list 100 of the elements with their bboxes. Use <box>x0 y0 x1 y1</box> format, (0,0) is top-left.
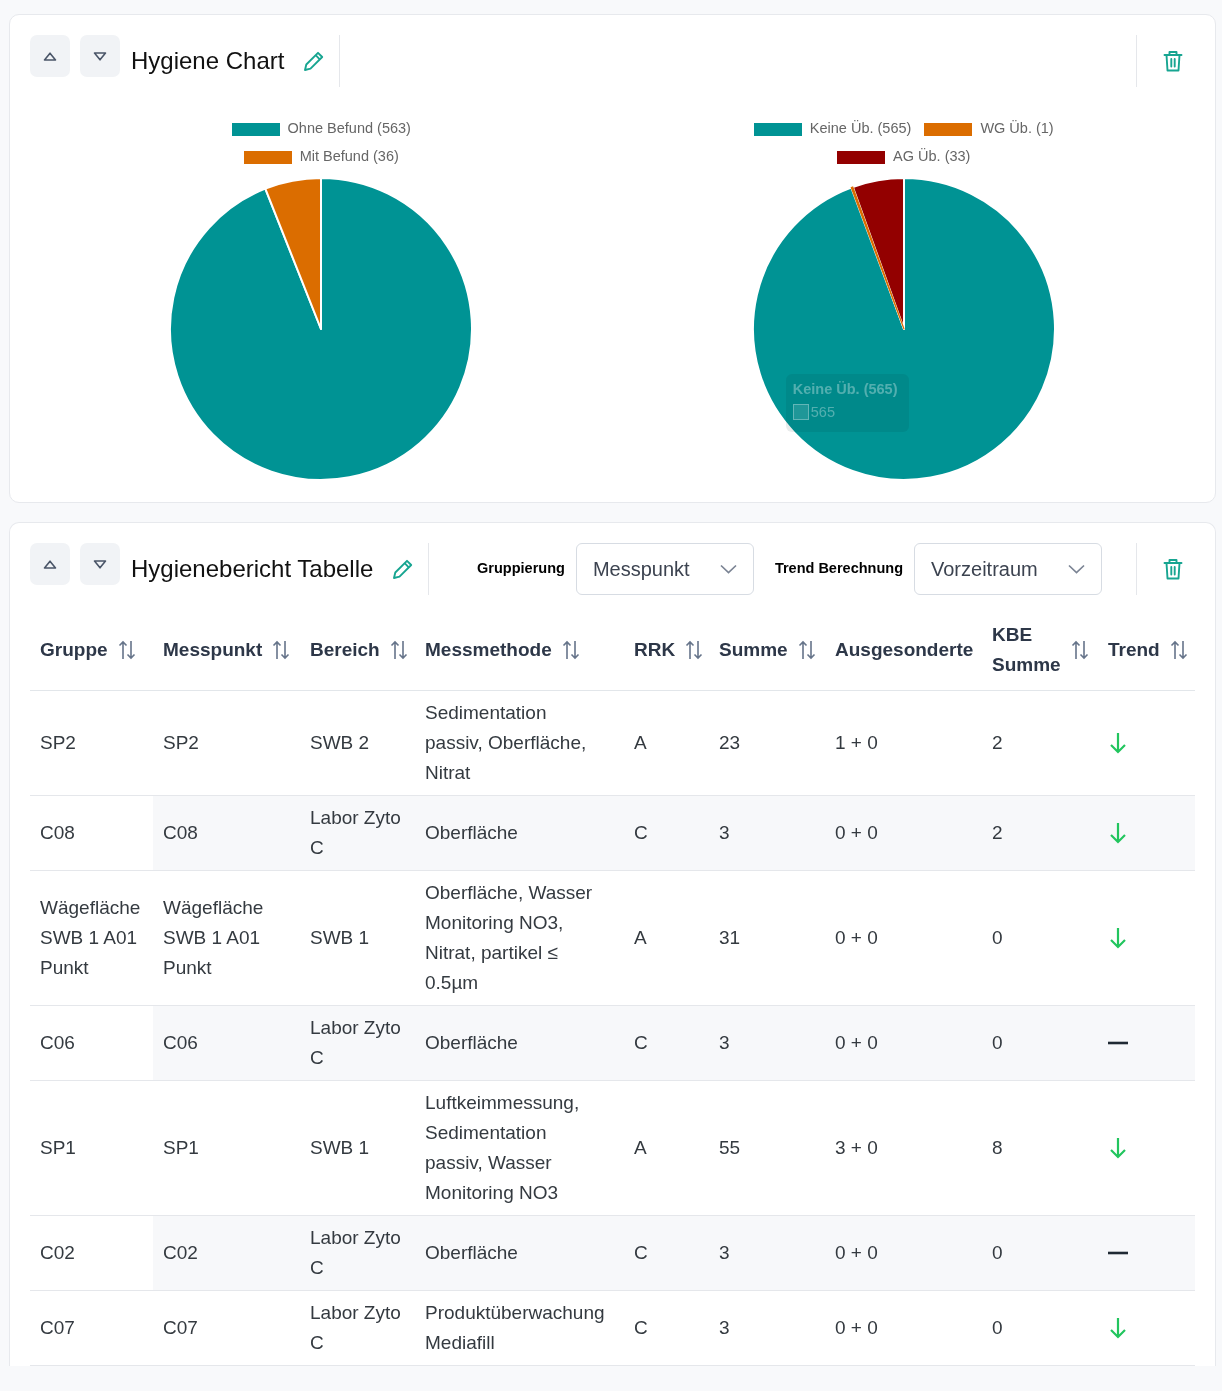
table-cell: SP1 <box>30 1080 153 1215</box>
trash-icon <box>1162 50 1183 72</box>
column-header[interactable]: Trend <box>1108 634 1160 665</box>
table-cell: Luftkeimmessung, Sedimentation passiv, Wasser Monitoring NO3 <box>415 1080 624 1215</box>
column-header[interactable]: Messpunkt <box>163 634 263 665</box>
table-cell: 3 <box>709 1215 825 1290</box>
table-cell: Oberfläche <box>415 1005 624 1080</box>
table-cell: 1 + 0 <box>825 690 982 795</box>
table-cell: Oberfläche <box>415 1215 624 1290</box>
table-cell: Labor Zyto C <box>300 795 415 870</box>
sort-icon[interactable] <box>389 639 408 660</box>
triangle-down-icon <box>93 51 107 61</box>
table-cell: C <box>624 1215 709 1290</box>
panel-title: Hygienebericht Tabelle <box>131 554 374 584</box>
move-up-button[interactable] <box>30 543 70 585</box>
dropdown-select[interactable]: Messpunkt <box>575 543 754 595</box>
tooltip-value: 565 <box>810 403 835 421</box>
swatch-icon <box>792 404 809 420</box>
column-header[interactable]: KBE Summe <box>992 619 1061 680</box>
dash-icon <box>1108 1250 1128 1255</box>
table-cell: Oberfläche <box>415 795 624 870</box>
table-cell: 3 <box>709 1290 825 1365</box>
table-cell: Sedimentation passiv, Oberfläche, Nitrat <box>415 690 624 795</box>
table-cell: 0 + 0 <box>825 870 982 1005</box>
table-cell: 0 <box>982 1005 1098 1080</box>
column-header[interactable]: Bereich <box>310 634 380 665</box>
sort-icon[interactable] <box>117 639 136 660</box>
tooltip-title: Keine Üb. (565) <box>792 380 899 398</box>
sort-icon[interactable] <box>1070 639 1089 660</box>
table-cell: 3 <box>709 1005 825 1080</box>
table-cell: C06 <box>153 1005 300 1080</box>
triangle-up-icon <box>43 559 57 569</box>
table-cell: 55 <box>709 1080 825 1215</box>
table-cell: Labor Zyto C <box>300 1005 415 1080</box>
arrow-down-icon <box>1108 821 1128 844</box>
table-cell: 0 <box>982 870 1098 1005</box>
move-down-button[interactable] <box>80 543 120 585</box>
table-cell: C02 <box>153 1215 300 1290</box>
dash-icon <box>1108 1040 1128 1045</box>
table-cell: SP2 <box>30 690 153 795</box>
panel-title: Hygiene Chart <box>131 46 285 76</box>
table-cell: 0 + 0 <box>825 1215 982 1290</box>
table-cell: 0 <box>982 1215 1098 1290</box>
table-cell: Oberfläche, Wasser Monitoring NO3, Nitrat, partikel ≤ 0.5µm <box>415 870 624 1005</box>
column-header[interactable]: Ausgesonderte <box>835 634 974 665</box>
table-cell: 8 <box>982 1080 1098 1215</box>
column-header[interactable]: RRK <box>634 634 676 665</box>
legend-label[interactable]: Ohne Befund (563) <box>287 118 411 140</box>
table-cell: 3 + 0 <box>825 1080 982 1215</box>
triangle-up-icon <box>43 51 57 61</box>
table-cell: 23 <box>709 690 825 795</box>
column-header[interactable]: Summe <box>719 634 788 665</box>
arrow-down-icon <box>1108 926 1128 949</box>
table-cell: Labor Zyto C <box>300 1290 415 1365</box>
move-down-button[interactable] <box>80 35 120 77</box>
arrow-down-icon <box>1108 731 1128 754</box>
sort-icon[interactable] <box>272 639 291 660</box>
filter-label: Trend Berechnung <box>774 559 903 579</box>
pencil-icon <box>392 558 414 580</box>
legend-label[interactable]: WG Üb. (1) <box>980 118 1054 140</box>
table-cell: C <box>624 795 709 870</box>
legend-label[interactable]: Keine Üb. (565) <box>809 118 912 140</box>
table-cell: A <box>624 1080 709 1215</box>
table-cell: Wägefläche SWB 1 A01 Punkt <box>153 870 300 1005</box>
table-cell: C06 <box>30 1005 153 1080</box>
sort-icon[interactable] <box>561 639 580 660</box>
legend-label[interactable]: AG Üb. (33) <box>893 146 971 168</box>
arrow-down-icon <box>1108 1136 1128 1159</box>
table-cell: SP2 <box>153 690 300 795</box>
move-up-button[interactable] <box>30 35 70 77</box>
table-cell: C <box>624 1005 709 1080</box>
table-cell: SP1 <box>153 1080 300 1215</box>
filter-label: Gruppierung <box>477 559 565 579</box>
column-header[interactable]: Messmethode <box>425 634 552 665</box>
table-cell: SWB 1 <box>300 1080 415 1215</box>
table-cell: C07 <box>30 1290 153 1365</box>
chevron-down-icon <box>1068 564 1085 574</box>
pencil-icon <box>303 50 325 72</box>
sort-icon[interactable] <box>1169 639 1188 660</box>
triangle-down-icon <box>93 559 107 569</box>
legend-label[interactable]: Mit Befund (36) <box>299 146 399 168</box>
table-cell: C <box>624 1290 709 1365</box>
sort-icon[interactable] <box>797 639 816 660</box>
arrow-down-icon <box>1108 1316 1128 1339</box>
table-cell: C02 <box>30 1215 153 1290</box>
column-header[interactable]: Gruppe <box>40 634 108 665</box>
table-cell: SWB 1 <box>300 870 415 1005</box>
dropdown-select[interactable]: Vorzeitraum <box>914 543 1102 595</box>
table-cell: 0 <box>982 1290 1098 1365</box>
chevron-down-icon <box>719 564 737 574</box>
sort-icon[interactable] <box>685 639 704 660</box>
table-cell: SWB 2 <box>300 690 415 795</box>
table-cell: Produktüberwachung Mediafill <box>415 1290 624 1365</box>
table-cell: C08 <box>30 795 153 870</box>
table-cell: 3 <box>709 795 825 870</box>
table-cell: 2 <box>982 795 1098 870</box>
trash-icon <box>1162 558 1183 580</box>
table-cell: C08 <box>153 795 300 870</box>
table-cell: 31 <box>709 870 825 1005</box>
table-cell: Labor Zyto C <box>300 1215 415 1290</box>
